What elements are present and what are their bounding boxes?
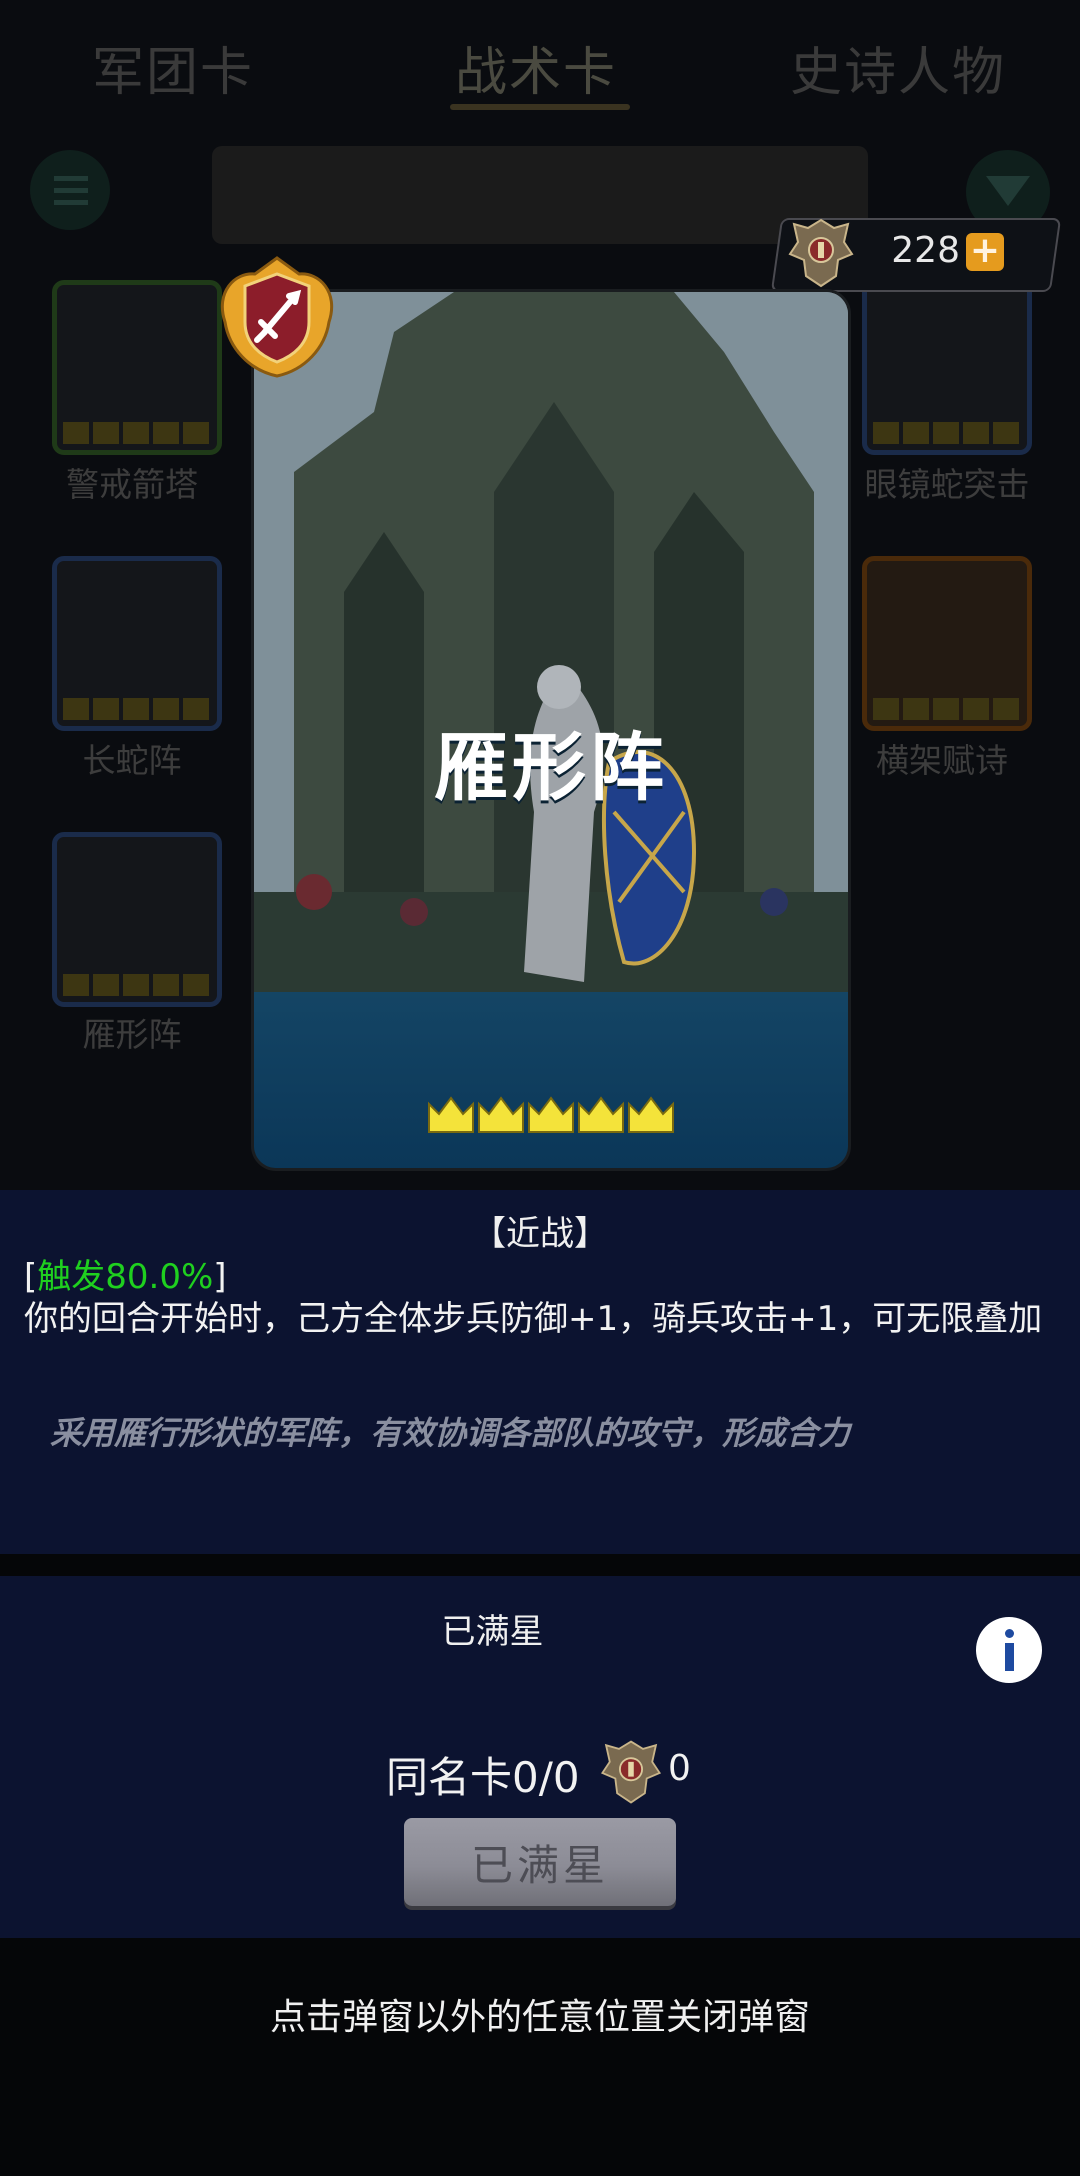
tab-bar: 军团卡 战术卡 史诗人物 bbox=[0, 0, 1080, 130]
eagle-emblem-icon bbox=[601, 1740, 661, 1804]
list-menu-icon[interactable] bbox=[30, 150, 110, 230]
trigger-bracket-close: ] bbox=[213, 1257, 227, 1297]
tab-legion-cards[interactable]: 军团卡 bbox=[92, 30, 254, 105]
crown-icon bbox=[628, 1096, 674, 1133]
trigger-bracket-open: [ bbox=[24, 1257, 38, 1297]
card-thumb-poem[interactable] bbox=[862, 556, 1032, 731]
max-star-button-label: 已满星 bbox=[470, 1841, 609, 1890]
card-title-band bbox=[254, 992, 848, 1168]
add-currency-button[interactable]: + bbox=[966, 233, 1004, 271]
eagle-emblem-icon bbox=[788, 218, 854, 288]
search-input[interactable] bbox=[212, 146, 868, 244]
card-thumb-cobra-strike[interactable] bbox=[862, 280, 1032, 455]
card-thumb-label: 雁形阵 bbox=[82, 1015, 182, 1054]
info-icon[interactable] bbox=[976, 1617, 1042, 1683]
card-thumb-long-snake[interactable] bbox=[52, 556, 222, 731]
active-tab-underline bbox=[450, 104, 630, 110]
tab-epic-characters[interactable]: 史诗人物 bbox=[790, 30, 1006, 105]
max-star-button[interactable]: 已满星 bbox=[404, 1818, 676, 1906]
effect-text: [触发80.0%] 你的回合开始时，己方全体步兵防御+1，骑兵攻击+1，可无限叠… bbox=[24, 1256, 1054, 1340]
emblem-cost-value: 0 bbox=[668, 1748, 691, 1789]
card-artwork bbox=[254, 292, 848, 1012]
flavor-text: 采用雁行形状的军阵，有效协调各部队的攻守，形成合力 bbox=[50, 1414, 851, 1452]
crown-icon bbox=[528, 1096, 574, 1133]
crown-icon bbox=[428, 1096, 474, 1133]
card-thumb-watch-tower[interactable] bbox=[52, 280, 222, 455]
sword-badge-icon bbox=[220, 256, 334, 378]
card-title: 雁形阵 bbox=[434, 725, 668, 811]
crown-icon bbox=[478, 1096, 524, 1133]
card-thumb-label: 警戒箭塔 bbox=[66, 465, 198, 504]
same-card-count: 同名卡0/0 bbox=[386, 1753, 580, 1802]
close-hint: 点击弹窗以外的任意位置关闭弹窗 bbox=[269, 1997, 810, 2038]
tab-tactic-cards[interactable]: 战术卡 bbox=[455, 30, 617, 105]
card-thumb-label: 眼镜蛇突击 bbox=[864, 465, 1030, 504]
trigger-chance: 触发80.0% bbox=[37, 1257, 214, 1297]
card-thumb-label: 长蛇阵 bbox=[82, 741, 182, 780]
card-type-tag: 【近战】 bbox=[472, 1214, 608, 1254]
crown-icon bbox=[578, 1096, 624, 1133]
effect-description: 你的回合开始时，己方全体步兵防御+1，骑兵攻击+1，可无限叠加 bbox=[24, 1299, 1043, 1339]
currency-value: 228 bbox=[891, 230, 960, 271]
star-status-label: 已满星 bbox=[441, 1612, 544, 1652]
card-thumb-geese-formation[interactable] bbox=[52, 832, 222, 1007]
star-rating bbox=[428, 1096, 674, 1133]
card-thumb-label: 横架赋诗 bbox=[876, 741, 1008, 780]
